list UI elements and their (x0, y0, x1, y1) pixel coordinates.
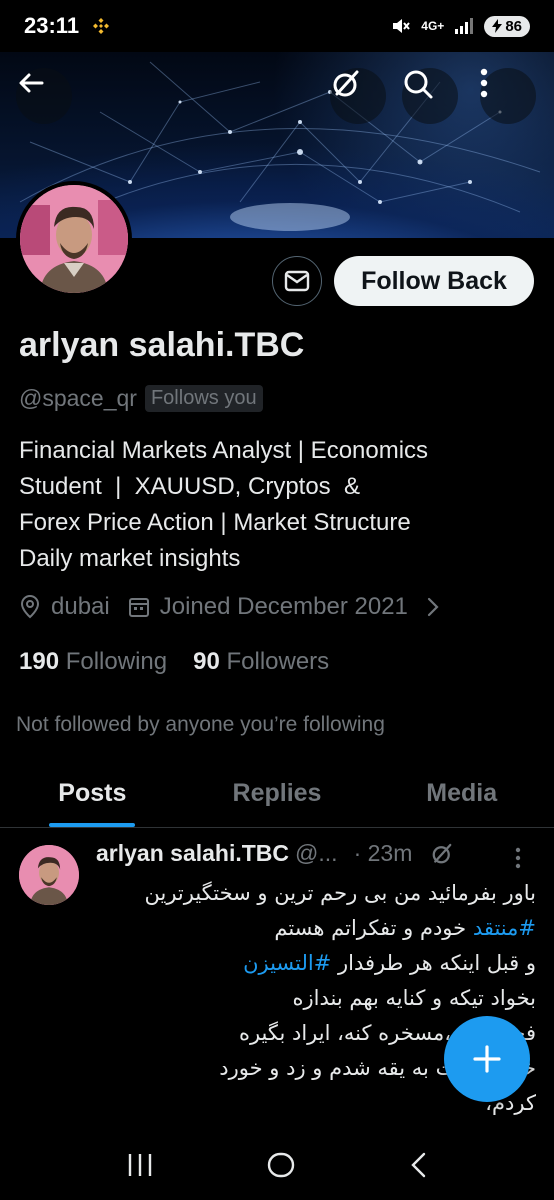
profile-handle: @space_qr (19, 385, 137, 411)
post-author-name: arlyan salahi.TBC (96, 840, 290, 866)
followers-label: Followers (226, 648, 330, 675)
handle-row: @space_qr Follows you (19, 385, 263, 412)
calendar-icon (128, 598, 149, 617)
post-line: #منتقد خودم و تفکراتم هستم (96, 911, 536, 946)
follow-back-button[interactable]: Follow Back (334, 256, 534, 306)
post-author-avatar[interactable] (19, 845, 79, 905)
grok-button[interactable] (330, 68, 386, 124)
profile-name: arlyan salahi.TBC (19, 326, 305, 364)
profile-tabs: Posts Replies Media (0, 760, 554, 828)
status-bar: 23:11 4G+ 86 (0, 0, 554, 52)
grok-icon (333, 70, 359, 97)
hashtag[interactable]: #منتقد (473, 916, 536, 940)
profile-avatar[interactable] (16, 181, 132, 297)
followers-link[interactable]: 90 Followers (193, 648, 329, 676)
status-time: 23:11 (24, 13, 80, 38)
status-icons: 4G+ 86 (391, 15, 530, 37)
recent-apps-icon[interactable] (126, 1152, 154, 1178)
followers-count: 90 (193, 648, 220, 675)
following-label: Following (65, 648, 168, 675)
follow-stats: 190 Following 90 Followers (19, 648, 329, 676)
back-icon[interactable] (408, 1151, 428, 1179)
post-header[interactable]: arlyan salahi.TBC @... · 23m (96, 840, 454, 867)
binance-notification-icon (93, 18, 110, 34)
profile-bio: Financial Markets Analyst | Economics St… (19, 433, 539, 577)
battery-level: 86 (505, 17, 522, 35)
search-button[interactable] (402, 68, 458, 124)
search-icon (404, 70, 433, 99)
plus-icon (473, 1045, 501, 1073)
mutual-followers-note: Not followed by anyone you’re following (16, 713, 385, 736)
chevron-right-icon[interactable] (426, 597, 440, 617)
post-line-text: و قبل اینکه هر طرفدار (331, 951, 536, 975)
post-line: بخواد تیکه و کنایه بهم بندازه (292, 986, 536, 1010)
post-timestamp: · 23m (353, 840, 413, 866)
bio-line: Student | XAUUSD, Cryptos & (19, 473, 361, 500)
joined-date: Joined December 2021 (128, 593, 408, 621)
back-button[interactable] (16, 68, 72, 124)
profile-meta[interactable]: dubai Joined December 2021 (19, 593, 450, 621)
post-author-handle: @... (295, 840, 338, 866)
tab-replies[interactable]: Replies (185, 760, 370, 827)
grok-icon[interactable] (430, 842, 454, 866)
message-button[interactable] (272, 256, 322, 306)
following-count: 190 (19, 648, 60, 675)
tab-media[interactable]: Media (369, 760, 554, 827)
post-avatar-portrait (19, 845, 79, 905)
tab-posts[interactable]: Posts (0, 760, 185, 827)
charging-icon (492, 19, 503, 33)
bio-line: Financial Markets Analyst | Economics (19, 437, 429, 464)
post-line: باور بفرمائید من بی رحم ترین و سختگیرتری… (144, 881, 536, 905)
more-options-button[interactable] (480, 68, 536, 124)
post-more-icon[interactable] (514, 846, 522, 870)
avatar-image (20, 185, 128, 293)
post-line: و قبل اینکه هر طرفدار #التسیزن (96, 946, 536, 981)
bio-line: Forex Price Action | Market Structure (19, 509, 411, 536)
back-arrow-icon (19, 73, 44, 93)
follows-you-badge: Follows you (144, 385, 263, 412)
following-link[interactable]: 190 Following (19, 648, 167, 676)
network-type: 4G+ (421, 19, 445, 33)
home-icon[interactable] (266, 1152, 296, 1178)
hashtag[interactable]: #التسیزن (243, 951, 331, 975)
location: dubai (19, 593, 110, 621)
location-pin-icon (20, 595, 40, 619)
joined-text: Joined December 2021 (159, 593, 408, 620)
mail-icon (284, 270, 310, 292)
bio-line: Daily market insights (19, 545, 241, 572)
post-line-text: خودم و تفکراتم هستم (274, 916, 473, 940)
compose-button[interactable] (444, 1016, 530, 1102)
system-nav-bar (0, 1130, 554, 1200)
battery-indicator: 86 (484, 15, 530, 37)
avatar-portrait (20, 185, 128, 293)
vertical-dots-icon (480, 68, 488, 98)
location-text: dubai (51, 593, 110, 620)
mute-icon (393, 19, 411, 33)
signal-icon (455, 18, 474, 34)
